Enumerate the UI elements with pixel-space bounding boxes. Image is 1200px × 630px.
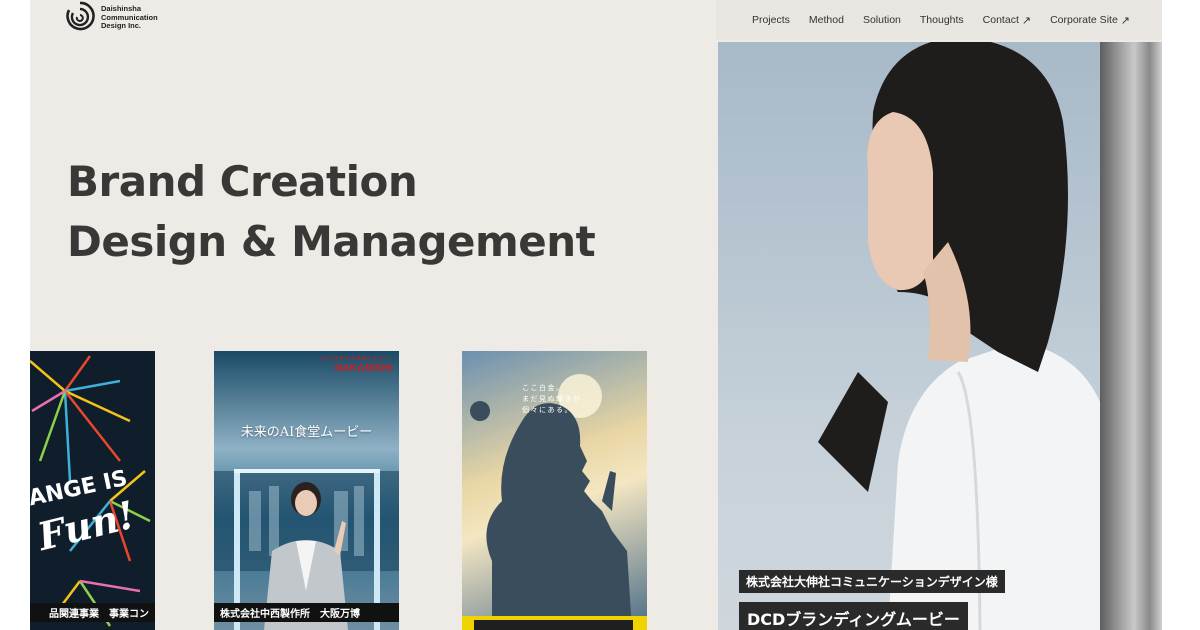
- logo-mark-icon: [66, 1, 95, 31]
- nav-solution-label: Solution: [862, 14, 901, 26]
- card-caption: 品関連事業 事業コン: [30, 603, 155, 622]
- project-card-nakanishi[interactable]: いただきます!の未来をつくる。 NAKANISHI 未来のAI食堂ムービー 株式…: [214, 351, 399, 630]
- nav-method-label: Method: [808, 14, 844, 26]
- featured-subtitle: 株式会社大伸社コミュニケーションデザイン様: [739, 570, 1005, 593]
- project-card-shirokane[interactable]: ここ白金。 まだ見ぬ輝きが 個々にある。: [462, 351, 647, 630]
- logo-line-3: Design Inc.: [101, 21, 142, 31]
- card3-copy: ここ白金。 まだ見ぬ輝きが 個々にある。: [522, 383, 582, 416]
- cafeteria-artwork: [214, 469, 399, 630]
- featured-project[interactable]: 株式会社大伸社コミュニケーションデザイン様 DCDブランディングムービー: [718, 42, 1100, 630]
- next-slide-preview[interactable]: [1100, 42, 1162, 630]
- card-caption: 株式会社中西製作所 大阪万博: [214, 603, 399, 622]
- featured-portrait: [818, 42, 1100, 630]
- project-card-fireworks[interactable]: ANGE IS Fun! 品関連事業 事業コン: [30, 351, 155, 630]
- nakanishi-logo: NAKANISHI: [334, 363, 393, 374]
- arrow-up-right-icon: ↗: [1120, 14, 1130, 27]
- card2-title: 未来のAI食堂ムービー: [240, 425, 373, 440]
- nav-contact[interactable]: Contact ↗: [983, 14, 1031, 27]
- card3-yellow-bar: [462, 616, 647, 630]
- logo-wordmark: Daishinsha Communication Design Inc.: [101, 5, 158, 31]
- card3-copy-line-2: まだ見ぬ輝きが: [522, 395, 582, 403]
- fireworks-artwork: ANGE IS Fun!: [30, 355, 151, 627]
- featured-title: DCDブランディングムービー: [739, 602, 968, 630]
- company-logo[interactable]: Daishinsha Communication Design Inc.: [64, 0, 158, 36]
- page-viewport: Daishinsha Communication Design Inc. Pro…: [30, 0, 1162, 630]
- hero-heading: Brand Creation Design & Management: [67, 152, 596, 272]
- nav-thoughts-label: Thoughts: [919, 14, 964, 26]
- nav-method[interactable]: Method: [809, 14, 844, 26]
- nav-corporate-site[interactable]: Corporate Site ↗: [1050, 14, 1130, 27]
- nav-projects[interactable]: Projects: [752, 14, 790, 26]
- arrow-up-right-icon: ↗: [1021, 14, 1032, 27]
- hero-heading-line-2: Design & Management: [67, 217, 596, 266]
- nav-solution[interactable]: Solution: [863, 14, 901, 26]
- main-nav: Projects Method Solution Thoughts Contac…: [716, 0, 1162, 40]
- nav-corporate-site-label: Corporate Site: [1050, 14, 1118, 26]
- hero-heading-line-1: Brand Creation: [67, 157, 418, 206]
- card3-copy-line-3: 個々にある。: [522, 406, 573, 414]
- nakanishi-tagline: いただきます!の未来をつくる。: [319, 356, 391, 362]
- nav-contact-label: Contact: [982, 14, 1019, 26]
- card3-copy-line-1: ここ白金。: [522, 384, 565, 392]
- nav-projects-label: Projects: [751, 14, 790, 26]
- nav-thoughts[interactable]: Thoughts: [920, 14, 964, 26]
